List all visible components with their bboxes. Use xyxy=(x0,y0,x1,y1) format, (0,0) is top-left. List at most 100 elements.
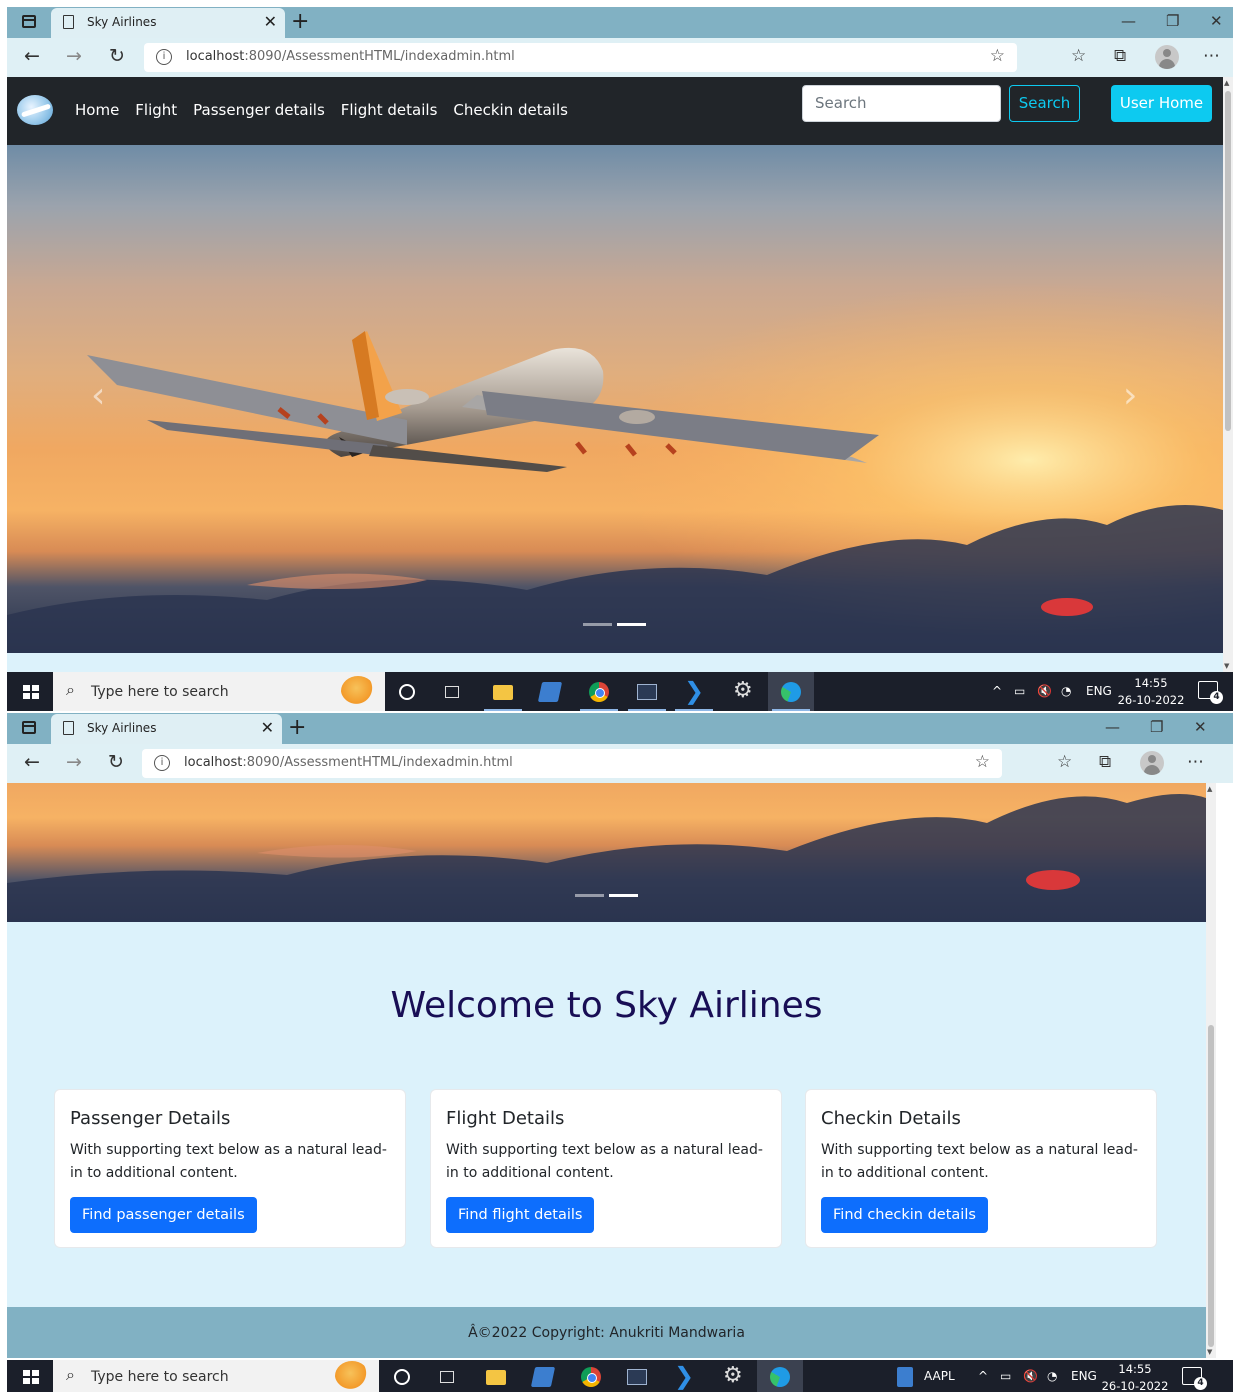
carousel-indicator-1[interactable] xyxy=(583,623,612,626)
nav-flight-details[interactable]: Flight details xyxy=(341,101,438,119)
carousel-prev-icon[interactable]: ‹ xyxy=(91,375,105,416)
scroll-up-icon[interactable]: ▲ xyxy=(1224,79,1229,87)
file-explorer-icon[interactable] xyxy=(486,1370,506,1385)
favorite-star-icon[interactable]: ☆ xyxy=(975,752,990,772)
battery-icon[interactable]: ▭ xyxy=(1014,684,1025,698)
notes-app-icon[interactable] xyxy=(530,1367,556,1387)
back-icon[interactable]: ← xyxy=(24,751,40,773)
close-window-icon[interactable]: ✕ xyxy=(1194,718,1207,736)
carousel-indicator-1[interactable] xyxy=(575,894,604,897)
carousel-indicator-2[interactable] xyxy=(609,894,638,897)
taskbar-search-box[interactable]: ⌕ Type here to search xyxy=(53,672,385,711)
task-circle-icon[interactable] xyxy=(399,684,415,700)
nav-passenger-details[interactable]: Passenger details xyxy=(193,101,325,119)
maximize-icon[interactable]: ❐ xyxy=(1150,718,1163,736)
volume-muted-icon[interactable]: 🔇 xyxy=(1023,1369,1038,1383)
stocks-widget-icon[interactable] xyxy=(897,1367,913,1387)
search-input[interactable]: Search xyxy=(802,85,1001,122)
tray-chevron-icon[interactable]: ^ xyxy=(992,684,1002,698)
windows-start-icon[interactable] xyxy=(23,1370,39,1384)
notes-app-icon[interactable] xyxy=(537,682,563,702)
find-passenger-details-button[interactable]: Find passenger details xyxy=(70,1197,257,1233)
nav-flight[interactable]: Flight xyxy=(135,101,177,119)
carousel-indicator-2[interactable] xyxy=(617,623,646,626)
task-view-icon[interactable] xyxy=(445,686,459,698)
favorites-icon[interactable]: ☆ xyxy=(1071,46,1086,66)
battery-icon[interactable]: ▭ xyxy=(1000,1369,1011,1383)
task-circle-icon[interactable] xyxy=(394,1369,410,1385)
scroll-thumb[interactable] xyxy=(1208,1025,1214,1347)
notification-icon[interactable]: 4 xyxy=(1182,1367,1207,1390)
profile-avatar[interactable] xyxy=(1140,751,1164,775)
edge-browser-icon[interactable] xyxy=(770,1367,790,1387)
collections-icon[interactable]: ⧉ xyxy=(1114,46,1126,66)
site-info-icon[interactable]: i xyxy=(154,755,170,771)
user-home-button[interactable]: User Home xyxy=(1111,85,1212,122)
site-info-icon[interactable]: i xyxy=(156,49,172,65)
search-button[interactable]: Search xyxy=(1009,85,1080,122)
edge-browser-icon[interactable] xyxy=(781,682,801,702)
tray-language[interactable]: ENG xyxy=(1086,684,1112,698)
tray-clock[interactable]: 14:55 26-10-2022 xyxy=(1100,1361,1170,1392)
browser-tab[interactable]: Sky Airlines ✕ xyxy=(51,8,285,38)
task-view-icon[interactable] xyxy=(440,1371,454,1383)
terminal-app-icon[interactable] xyxy=(637,684,657,700)
favorites-icon[interactable]: ☆ xyxy=(1057,752,1072,772)
new-tab-icon[interactable]: + xyxy=(291,9,309,34)
carousel-next-icon[interactable]: › xyxy=(1123,375,1137,416)
forward-icon[interactable]: → xyxy=(66,45,82,67)
scroll-down-icon[interactable]: ▼ xyxy=(1207,1348,1212,1356)
back-icon[interactable]: ← xyxy=(24,45,40,67)
find-checkin-details-button[interactable]: Find checkin details xyxy=(821,1197,988,1233)
url-field[interactable]: i localhost:8090/AssessmentHTML/indexadm… xyxy=(142,749,1002,778)
vscode-icon[interactable]: ❯ xyxy=(674,1362,694,1390)
nav-checkin-details[interactable]: Checkin details xyxy=(453,101,568,119)
scroll-up-icon[interactable]: ▲ xyxy=(1207,785,1212,793)
volume-muted-icon[interactable]: 🔇 xyxy=(1037,684,1052,698)
windows-start-icon[interactable] xyxy=(23,685,39,699)
more-menu-icon[interactable]: ⋯ xyxy=(1187,752,1204,772)
window-menu-icon[interactable] xyxy=(22,721,36,734)
vscode-icon[interactable]: ❯ xyxy=(684,677,704,705)
new-tab-icon[interactable]: + xyxy=(288,715,306,740)
favorite-star-icon[interactable]: ☆ xyxy=(990,46,1005,66)
settings-gear-icon[interactable]: ⚙ xyxy=(733,678,753,703)
airline-logo[interactable] xyxy=(17,95,53,125)
chrome-icon[interactable] xyxy=(589,682,609,702)
window-menu-icon[interactable] xyxy=(22,15,36,28)
profile-avatar[interactable] xyxy=(1155,45,1179,69)
nav-home[interactable]: Home xyxy=(75,101,119,119)
refresh-icon[interactable]: ↻ xyxy=(109,45,125,67)
notification-icon[interactable]: 4 xyxy=(1198,681,1223,704)
collections-icon[interactable]: ⧉ xyxy=(1099,752,1111,772)
tray-clock[interactable]: 14:55 26-10-2022 xyxy=(1116,675,1186,709)
scroll-thumb[interactable] xyxy=(1225,91,1231,431)
chrome-icon[interactable] xyxy=(581,1367,601,1387)
page-scrollbar[interactable]: ▲ ▼ xyxy=(1206,783,1216,1358)
cortana-icon[interactable] xyxy=(341,676,375,706)
url-field[interactable]: i localhost:8090/AssessmentHTML/indexadm… xyxy=(144,43,1017,72)
tray-chevron-icon[interactable]: ^ xyxy=(978,1369,988,1383)
forward-icon[interactable]: → xyxy=(66,751,82,773)
minimize-icon[interactable]: — xyxy=(1105,718,1120,736)
cortana-icon[interactable] xyxy=(335,1361,369,1391)
more-menu-icon[interactable]: ⋯ xyxy=(1203,46,1220,66)
browser-tab[interactable]: Sky Airlines ✕ xyxy=(51,714,282,744)
terminal-app-icon[interactable] xyxy=(627,1369,647,1385)
taskbar-search-box[interactable]: ⌕ Type here to search xyxy=(53,1360,379,1392)
find-flight-details-button[interactable]: Find flight details xyxy=(446,1197,595,1233)
stocks-widget-label[interactable]: AAPL xyxy=(924,1369,955,1383)
settings-gear-icon[interactable]: ⚙ xyxy=(723,1363,743,1388)
refresh-icon[interactable]: ↻ xyxy=(108,751,124,773)
tab-close-icon[interactable]: ✕ xyxy=(261,718,274,737)
minimize-icon[interactable]: — xyxy=(1121,12,1136,30)
page-scrollbar[interactable]: ▲ ▼ xyxy=(1223,77,1233,672)
wifi-icon[interactable]: ◔ xyxy=(1061,684,1071,698)
close-window-icon[interactable]: ✕ xyxy=(1210,12,1223,30)
maximize-icon[interactable]: ❐ xyxy=(1166,12,1179,30)
scroll-down-icon[interactable]: ▼ xyxy=(1224,662,1229,670)
tab-close-icon[interactable]: ✕ xyxy=(264,12,277,31)
tray-language[interactable]: ENG xyxy=(1071,1369,1097,1383)
file-explorer-icon[interactable] xyxy=(493,685,513,700)
wifi-icon[interactable]: ◔ xyxy=(1047,1369,1057,1383)
